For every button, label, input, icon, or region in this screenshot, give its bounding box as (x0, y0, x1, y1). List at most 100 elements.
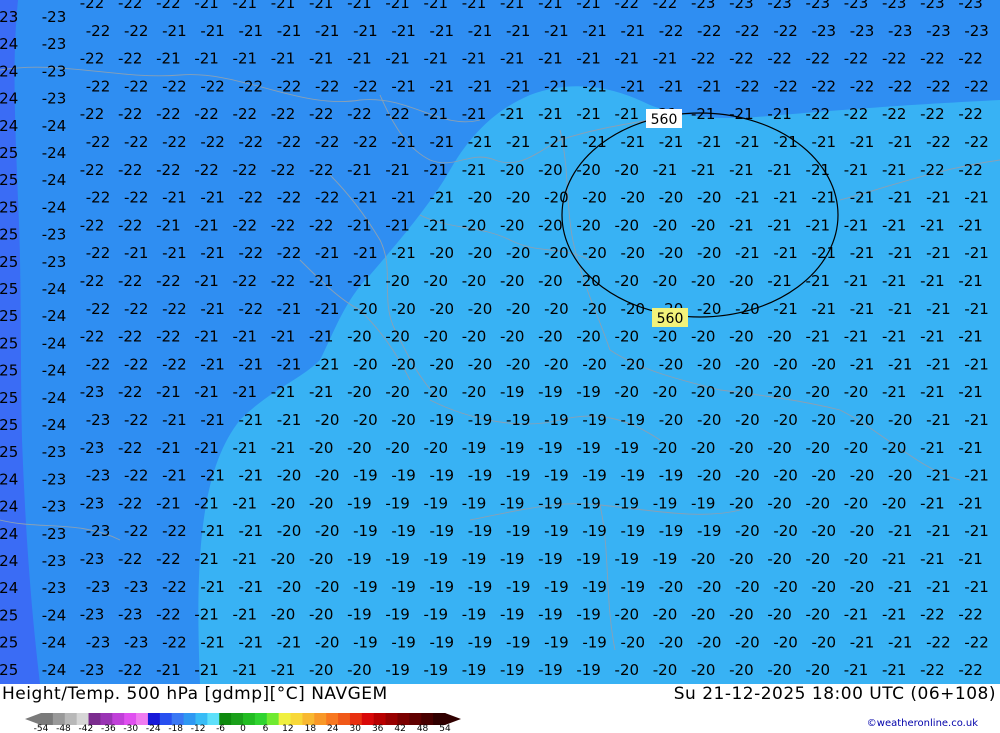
temp-label: -20 (615, 383, 640, 401)
edge-label: -24 (0, 470, 18, 488)
temp-label: -20 (882, 439, 907, 457)
temp-label: -22 (156, 161, 181, 179)
temp-label: -20 (506, 355, 531, 373)
temp-label: -21 (239, 355, 264, 373)
temp-label: -21 (271, 328, 296, 346)
temp-label: -20 (353, 300, 378, 318)
temp-label: -21 (812, 244, 837, 262)
temp-label: -22 (118, 661, 143, 679)
temp-label: -20 (621, 189, 646, 207)
temp-label: -20 (729, 272, 754, 290)
temp-label: -22 (162, 633, 187, 651)
temp-label: -20 (735, 467, 760, 485)
temp-label: -21 (309, 50, 334, 68)
temp-label: -19 (506, 633, 531, 651)
temp-label: -21 (850, 189, 875, 207)
temp-label: -23 (80, 661, 105, 679)
temp-label: -22 (315, 133, 340, 151)
temp-label: -22 (86, 244, 111, 262)
credit-link[interactable]: ©weatheronline.co.uk (867, 718, 978, 729)
temp-label: -20 (812, 467, 837, 485)
temp-label: -21 (200, 22, 225, 40)
temp-label: -19 (430, 522, 455, 540)
temp-label: -22 (964, 77, 989, 95)
edge-label: -24 (42, 198, 67, 216)
temp-label: -19 (424, 494, 449, 512)
temp-label: -20 (729, 661, 754, 679)
temp-label: -22 (653, 0, 678, 12)
temp-label: -19 (347, 606, 372, 624)
scale-tick-label: -24 (146, 724, 161, 731)
temp-label: -20 (309, 606, 334, 624)
temp-label: -21 (926, 244, 951, 262)
temp-label: -20 (767, 328, 792, 346)
temp-label: -20 (735, 633, 760, 651)
temp-label: -19 (468, 411, 493, 429)
temp-label: -21 (156, 383, 181, 401)
temp-label: -20 (582, 189, 607, 207)
temp-label: -21 (200, 411, 225, 429)
temp-label: -21 (773, 244, 798, 262)
edge-label: -24 (0, 90, 18, 108)
temp-label: -22 (882, 105, 907, 123)
temp-label: -21 (926, 300, 951, 318)
temp-label: -22 (162, 133, 187, 151)
temp-label: -22 (124, 300, 149, 318)
temp-label: -22 (615, 0, 640, 12)
temp-label: -22 (118, 494, 143, 512)
edge-label: -24 (0, 525, 18, 543)
temp-label: -22 (239, 300, 264, 318)
temp-label: -21 (882, 383, 907, 401)
temp-label: -19 (615, 550, 640, 568)
temp-label: -21 (844, 661, 869, 679)
scale-tick-label: 12 (282, 724, 293, 731)
temp-label: -20 (615, 661, 640, 679)
temp-label: -21 (958, 494, 983, 512)
temp-label: -21 (424, 0, 449, 12)
temp-label: -21 (233, 328, 258, 346)
temp-label: -22 (156, 328, 181, 346)
temp-label: -20 (500, 161, 525, 179)
scale-tick-label: 0 (240, 724, 246, 731)
temp-label: -19 (544, 522, 569, 540)
temp-label: -21 (920, 383, 945, 401)
temp-label: -22 (124, 522, 149, 540)
temp-label: -21 (882, 606, 907, 624)
temp-label: -21 (430, 189, 455, 207)
temp-label: -21 (200, 244, 225, 262)
temp-label: -23 (86, 578, 111, 596)
temp-label: -22 (86, 77, 111, 95)
temp-label: -21 (812, 133, 837, 151)
temp-label: -21 (462, 50, 487, 68)
temp-label: -22 (729, 50, 754, 68)
edge-label: -24 (0, 117, 18, 135)
temp-label: -19 (544, 411, 569, 429)
temp-label: -21 (964, 467, 989, 485)
temp-label: -20 (424, 383, 449, 401)
temp-label: -22 (80, 105, 105, 123)
temp-label: -20 (582, 300, 607, 318)
temp-label: -21 (850, 300, 875, 318)
edge-label: -23 (42, 8, 67, 26)
temp-label: -21 (964, 411, 989, 429)
temp-label: -21 (430, 77, 455, 95)
temp-label: -22 (80, 50, 105, 68)
temp-label: -21 (621, 133, 646, 151)
temp-label: -20 (615, 328, 640, 346)
temp-label: -20 (850, 522, 875, 540)
temp-label: -21 (767, 272, 792, 290)
temp-label: -21 (576, 105, 601, 123)
edge-label: -24 (0, 498, 18, 516)
temp-label: -20 (462, 383, 487, 401)
temp-label: -21 (920, 216, 945, 234)
map-datetime: Su 21-12-2025 18:00 UTC (06+108) (673, 684, 996, 704)
temp-label: -21 (653, 50, 678, 68)
edge-label: -25 (0, 362, 18, 380)
temp-label: -19 (353, 578, 378, 596)
temp-label: -21 (806, 161, 831, 179)
temp-label: -22 (806, 105, 831, 123)
temp-label: -20 (773, 467, 798, 485)
temp-label: -19 (385, 494, 410, 512)
edge-label: -25 (0, 171, 18, 189)
temp-label: -20 (850, 578, 875, 596)
